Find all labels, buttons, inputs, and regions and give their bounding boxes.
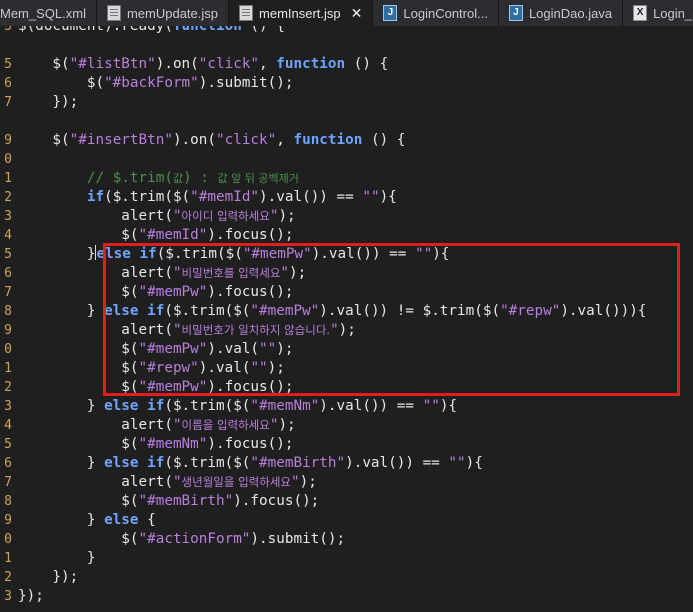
code-line[interactable]: alert("생년월일을 입력하세요"); bbox=[18, 473, 317, 492]
code-line[interactable]: $("#memPw").val(""); bbox=[18, 340, 293, 359]
line-number: 6 bbox=[4, 266, 12, 281]
tab-logindao-java[interactable]: J LoginDao.java bbox=[499, 0, 624, 26]
code-line[interactable]: $("#repw").val(""); bbox=[18, 359, 285, 378]
line-number: 0 bbox=[4, 152, 12, 167]
tab-label: LoginDao.java bbox=[528, 5, 613, 21]
code-line[interactable]: $("#memId").focus(); bbox=[18, 226, 293, 245]
code-line[interactable]: }else if($.trim($("#memPw").val()) == ""… bbox=[18, 245, 449, 264]
code-line[interactable]: $("#memPw").focus(); bbox=[18, 283, 293, 302]
code-line[interactable]: alert("아이디 입력하세요"); bbox=[18, 207, 295, 226]
line-number: 2 bbox=[4, 570, 12, 585]
tab-label: Mem_SQL.xml bbox=[0, 5, 86, 21]
java-file-icon: J bbox=[383, 5, 398, 21]
line-number: 7 bbox=[4, 95, 12, 110]
line-number: 3 bbox=[4, 209, 12, 224]
tab-memupdate-jsp[interactable]: memUpdate.jsp bbox=[97, 0, 230, 26]
line-number: 4 bbox=[4, 418, 12, 433]
line-number: 1 bbox=[4, 171, 12, 186]
tab-label: memInsert.jsp bbox=[259, 5, 341, 21]
document-icon bbox=[106, 5, 121, 21]
editor-tab-bar: Mem_SQL.xml memUpdate.jsp memInsert.jsp ✕ J L… bbox=[0, 0, 693, 27]
line-number: 7 bbox=[4, 285, 12, 300]
tab-label: LoginControl... bbox=[403, 5, 488, 21]
tab-label: Login_SQ bbox=[653, 5, 693, 21]
line-number: 3 bbox=[4, 26, 12, 34]
code-line[interactable]: // $.trim(값) : 값 앞 뒤 공백제거 bbox=[18, 169, 299, 188]
code-line[interactable]: $("#listBtn").on("click", function () { bbox=[18, 55, 388, 74]
tab-meminsert-jsp[interactable]: memInsert.jsp ✕ bbox=[229, 0, 374, 26]
line-number: 6 bbox=[4, 76, 12, 91]
line-number: 9 bbox=[4, 513, 12, 528]
code-line[interactable]: }); bbox=[18, 587, 44, 606]
code-line[interactable]: alert("이름을 입력하세요"); bbox=[18, 416, 295, 435]
code-line[interactable]: $("#memNm").focus(); bbox=[18, 435, 293, 454]
code-line[interactable]: $(document).ready(function () { bbox=[18, 26, 285, 36]
line-number: 3 bbox=[4, 589, 12, 604]
code-line[interactable]: if($.trim($("#memId").val()) == ""){ bbox=[18, 188, 397, 207]
line-number: 2 bbox=[4, 380, 12, 395]
line-number: 5 bbox=[4, 437, 12, 452]
line-number: 8 bbox=[4, 304, 12, 319]
code-line[interactable]: } else if($.trim($("#memNm").val()) == "… bbox=[18, 397, 457, 416]
code-line[interactable]: $("#insertBtn").on("click", function () … bbox=[18, 131, 405, 150]
line-number: 4 bbox=[4, 228, 12, 243]
line-number: 2 bbox=[4, 190, 12, 205]
xml-file-icon: X bbox=[633, 5, 648, 21]
tab-logincontrol[interactable]: J LoginControl... bbox=[373, 0, 499, 26]
tab-mem-sql-xml[interactable]: Mem_SQL.xml bbox=[0, 0, 97, 26]
code-line[interactable]: }); bbox=[18, 93, 78, 112]
line-number: 3 bbox=[4, 399, 12, 414]
code-editor[interactable]: 3 5 6 7 9 0 1 2 3 4 5 6 7 8 9 0 1 2 3 4 5 6 7 8 9 0 1 2 3 $(document… bbox=[0, 26, 693, 612]
tab-label: memUpdate.jsp bbox=[126, 5, 219, 21]
code-line[interactable]: } else if($.trim($("#memPw").val()) != $… bbox=[18, 302, 647, 321]
line-number: 5 bbox=[4, 247, 12, 262]
code-line[interactable]: } bbox=[18, 549, 96, 568]
line-number: 9 bbox=[4, 323, 12, 338]
line-number: 5 bbox=[4, 57, 12, 72]
close-icon[interactable]: ✕ bbox=[351, 5, 363, 22]
tab-login-sq[interactable]: X Login_SQ bbox=[623, 0, 693, 26]
code-line[interactable]: }); bbox=[18, 568, 78, 587]
line-number: 1 bbox=[4, 551, 12, 566]
java-file-icon: J bbox=[508, 5, 523, 21]
code-line[interactable]: $("#actionForm").submit(); bbox=[18, 530, 345, 549]
line-number: 0 bbox=[4, 342, 12, 357]
code-line[interactable]: $("#backForm").submit(); bbox=[18, 74, 294, 93]
code-line[interactable]: $("#memPw").focus(); bbox=[18, 378, 293, 397]
line-number: 8 bbox=[4, 494, 12, 509]
code-line[interactable]: } else { bbox=[18, 511, 156, 530]
line-number: 6 bbox=[4, 456, 12, 471]
code-line[interactable]: $("#memBirth").focus(); bbox=[18, 492, 319, 511]
line-number: 1 bbox=[4, 361, 12, 376]
code-line[interactable]: } else if($.trim($("#memBirth").val()) =… bbox=[18, 454, 483, 473]
line-number: 7 bbox=[4, 475, 12, 490]
code-line[interactable]: alert("비밀번호를 입력세요"); bbox=[18, 264, 306, 283]
line-number-gutter: 3 5 6 7 9 0 1 2 3 4 5 6 7 8 9 0 1 2 3 4 5 6 7 8 9 0 1 2 3 bbox=[0, 26, 14, 612]
line-number: 9 bbox=[4, 133, 12, 148]
document-icon bbox=[239, 5, 254, 21]
code-line[interactable]: alert("비밀번호가 일치하지 않습니다."); bbox=[18, 321, 356, 340]
line-number: 0 bbox=[4, 532, 12, 547]
